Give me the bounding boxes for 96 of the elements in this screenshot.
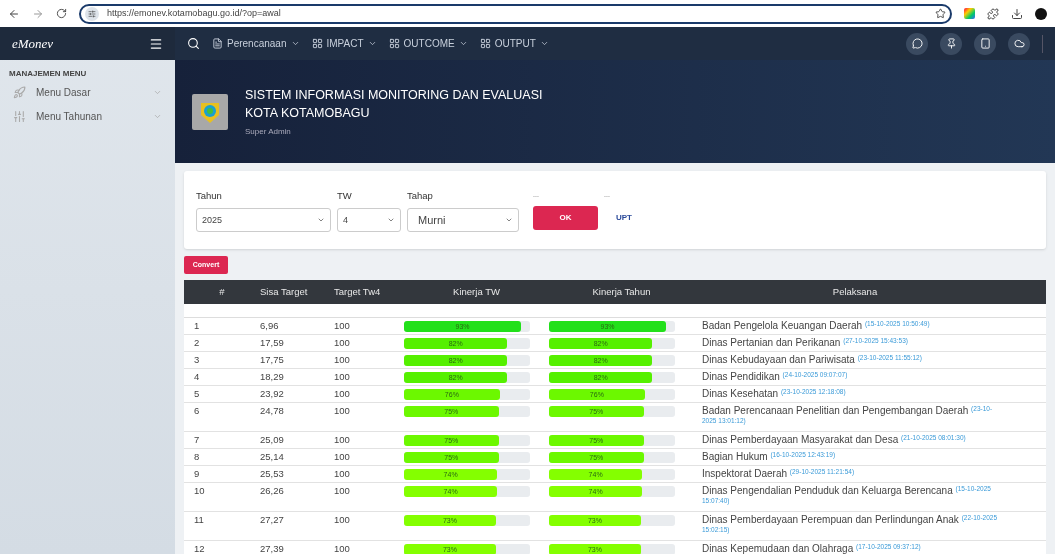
table-cell-text: Dinas Pemberdayaan Masyarakat dan Desa $^{(21-10-2025 08:01:30)}$ (702, 434, 967, 446)
grid-icon (388, 38, 400, 49)
nav-menu[interactable]: OUTCOME (388, 36, 468, 51)
download-icon[interactable] (1011, 7, 1023, 20)
table-cell-text: 9 (193, 468, 201, 480)
chevron-icon (458, 39, 468, 48)
nav-menu[interactable]: Perencanaan (212, 36, 300, 51)
table-cell-text: 3 (193, 354, 201, 366)
back-icon[interactable] (8, 7, 20, 20)
sidebar-heading: MANAJEMEN MENU (9, 68, 88, 80)
table-cell-text: 25,09 (260, 434, 285, 446)
grid-icon (311, 38, 323, 49)
table-cell-text: 6 (193, 405, 201, 417)
column-header: Sisa Target (260, 284, 309, 299)
table-cell-text: 6,96 (260, 320, 280, 332)
field-label: Tahap (407, 189, 434, 203)
column-header: Kinerja Tahun (591, 284, 652, 299)
ok-button[interactable]: OK (533, 206, 598, 230)
table-cell-text: Dinas Pertanian dan Perikanan $^{(27-10-2025 15:43:53)}$ (702, 337, 909, 349)
sliders-icon (13, 109, 26, 123)
table-cell-text: 27,39 (260, 543, 285, 554)
table-cell-text: 100 (334, 451, 351, 463)
tablet-icon[interactable] (974, 32, 996, 55)
banner-subtitle: Super Admin (245, 125, 292, 138)
chevron-icon (290, 39, 300, 48)
table-cell-text: Dinas Pendidikan $^{(24-10-2025 09:07:07)}$ (702, 371, 849, 383)
table-cell-text: 100 (334, 434, 351, 446)
table-cell-text: 100 (334, 514, 351, 526)
site-info-icon[interactable] (85, 6, 99, 21)
table-cell-text: 100 (334, 371, 351, 383)
select-field[interactable]: 2025 (196, 208, 331, 233)
table-cell-text: 18,29 (260, 371, 285, 383)
reload-icon[interactable] (56, 8, 67, 19)
table-cell-text: 4 (193, 371, 201, 383)
banner-title: KOTA KOTAMOBAGU (245, 104, 371, 122)
table-cell-text: 100 (334, 354, 351, 366)
table-cell-text: Bagian Hukum $^{(16-10-2025 12:43:19)}$ (702, 451, 837, 463)
search-icon[interactable] (187, 37, 200, 50)
table-cell-text: Dinas Kesehatan $^{(23-10-2025 12:18:08)}$ (702, 388, 847, 400)
column-header: Kinerja TW (452, 284, 501, 299)
table-cell-text: 100 (334, 320, 351, 332)
table-cell-text: 27,27 (260, 514, 285, 526)
table-cell-text: 25,14 (260, 451, 285, 463)
column-header: # (218, 284, 226, 299)
select-field[interactable]: Murni (407, 208, 519, 233)
cloud-icon[interactable] (1008, 32, 1030, 55)
nav-menu[interactable]: IMPACT (311, 36, 377, 51)
table-cell-text: 100 (334, 337, 351, 349)
url-text: https://emonev.kotamobagu.go.id/?op=awal (107, 6, 282, 20)
column-header: Target Tw4 (334, 284, 382, 299)
upt-link[interactable]: UPT (604, 206, 644, 230)
rocket-icon (13, 85, 26, 99)
extensions-icon[interactable] (987, 7, 999, 20)
table-cell-text: 8 (193, 451, 201, 463)
chat-icon[interactable] (906, 32, 928, 55)
table-cell-text: 2 (193, 337, 201, 349)
table-cell-text: 100 (334, 388, 351, 400)
table-cell-text: 100 (334, 405, 351, 417)
table-cell-text: Inspektorat Daerah $^{(29-10-2025 11:21:54)}$ (702, 468, 856, 480)
table-cell-text: 11 (193, 514, 205, 526)
column-header: Pelaksana (831, 284, 879, 299)
table-cell-text: 23,92 (260, 388, 285, 400)
address-bar[interactable]: https://emonev.kotamobagu.go.id/?op=awal (79, 3, 952, 24)
field-label: TW (337, 189, 353, 203)
table-cell-text: 17,59 (260, 337, 285, 349)
table-cell-text: 10 (193, 485, 206, 497)
document-icon (212, 38, 223, 49)
table-cell-text: 100 (334, 485, 351, 497)
select-field[interactable]: 4 (337, 208, 401, 233)
table-cell-text: 24,78 (260, 405, 285, 417)
app-logo: eMonev (12, 34, 54, 53)
table-cell-text: 100 (334, 468, 351, 480)
table-cell-text: 7 (193, 434, 201, 446)
table-cell-text: 17,75 (260, 354, 285, 366)
table-cell-text: Dinas Kebudayaan dan Pariwisata $^{(23-10-2025 11:55:12)}$ (702, 354, 923, 366)
table-cell-text: 1 (193, 320, 201, 332)
chevron-icon (367, 39, 377, 48)
sidebar-item[interactable]: Menu Dasar (0, 80, 175, 104)
table-cell-text: 100 (334, 543, 351, 554)
bookmark-star-icon[interactable] (935, 8, 946, 19)
table-cell-text: 26,26 (260, 485, 285, 497)
table-cell-text: 5 (193, 388, 201, 400)
banner-title: SISTEM INFORMASI MONITORING DAN EVALUASI (245, 86, 543, 104)
chevron-icon (539, 39, 549, 48)
grid-icon (479, 38, 491, 49)
table-cell-text: 12 (193, 543, 206, 554)
profile-icon[interactable] (1035, 7, 1047, 20)
city-emblem-icon (192, 93, 228, 130)
menu-icon[interactable] (149, 36, 163, 51)
table-cell-text: Badan Pengelola Keuangan Daerah $^{(15-10-2025 10:50:49)}$ (702, 320, 931, 332)
pin-icon[interactable] (940, 32, 962, 55)
nav-menu[interactable]: OUTPUT (479, 36, 549, 51)
table-cell-text: 25,53 (260, 468, 285, 480)
table-cell-text: Dinas Kepemudaan dan Olahraga $^{(17-10-2025 09:37:12)}$ (702, 543, 922, 554)
sidebar-item[interactable]: Menu Tahunan (0, 104, 175, 128)
field-label: Tahun (196, 189, 223, 203)
